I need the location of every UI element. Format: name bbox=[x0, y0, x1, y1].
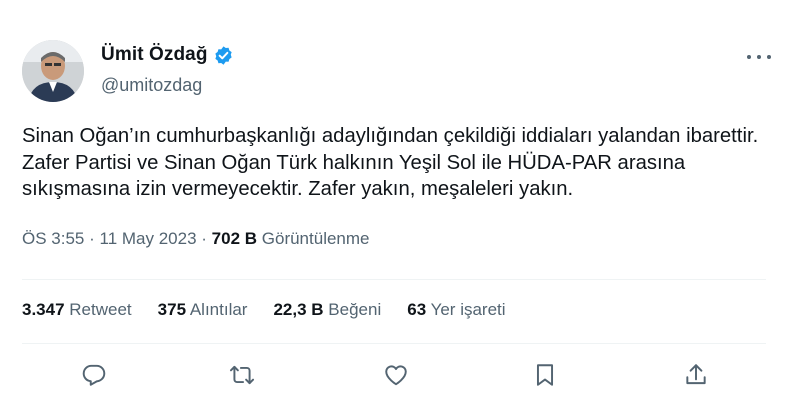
more-options-button[interactable] bbox=[747, 50, 771, 64]
likes-count: 22,3 B bbox=[273, 300, 324, 319]
tweet-date[interactable]: 11 May 2023 bbox=[100, 229, 197, 248]
avatar[interactable] bbox=[22, 40, 84, 102]
quotes-count: 375 bbox=[157, 300, 187, 319]
verified-badge-icon bbox=[214, 45, 232, 65]
divider bbox=[22, 343, 766, 344]
retweets-stat[interactable]: 3.347 Retweet bbox=[22, 300, 132, 320]
retweets-count: 3.347 bbox=[22, 300, 65, 319]
quotes-label: Alıntılar bbox=[189, 300, 248, 319]
tweet-time[interactable]: ÖS 3:55 bbox=[22, 229, 84, 248]
retweet-button[interactable] bbox=[229, 362, 257, 390]
like-button[interactable] bbox=[383, 362, 411, 390]
retweets-label: Retweet bbox=[69, 300, 132, 319]
tweet-meta: ÖS 3:55 · 11 May 2023 · 702 B Görüntülen… bbox=[22, 229, 370, 249]
heart-icon bbox=[385, 365, 407, 386]
more-horizontal-icon bbox=[767, 55, 771, 59]
bookmarks-label: Yer işareti bbox=[430, 300, 506, 319]
share-icon bbox=[686, 364, 706, 385]
views-label: Görüntülenme bbox=[261, 229, 370, 248]
tweet-text: Sinan Oğan’ın cumhurbaşkanlığı adaylığın… bbox=[22, 125, 759, 201]
views-count: 702 B bbox=[211, 229, 258, 248]
author-display-name[interactable]: Ümit Özdağ bbox=[101, 44, 208, 66]
more-horizontal-icon bbox=[747, 55, 751, 59]
bookmark-button[interactable] bbox=[532, 362, 560, 390]
engagement-stats: 3.347 Retweet 375 Alıntılar 22,3 B Beğen… bbox=[22, 300, 532, 320]
reply-button[interactable] bbox=[81, 362, 109, 390]
quotes-stat[interactable]: 375 Alıntılar bbox=[158, 300, 248, 320]
author-name-row[interactable]: Ümit Özdağ bbox=[101, 44, 234, 66]
meta-separator: · bbox=[89, 229, 100, 248]
reply-icon bbox=[82, 364, 106, 386]
likes-stat[interactable]: 22,3 B Beğeni bbox=[273, 300, 381, 320]
bookmarks-stat[interactable]: 63 Yer işareti bbox=[407, 300, 505, 320]
bookmarks-count: 63 bbox=[407, 300, 427, 319]
action-bar bbox=[0, 362, 790, 390]
more-horizontal-icon bbox=[757, 55, 761, 59]
meta-separator: · bbox=[201, 229, 212, 248]
author-handle[interactable]: @umitozdag bbox=[101, 75, 202, 96]
divider bbox=[22, 279, 766, 280]
retweet-icon bbox=[229, 365, 255, 385]
likes-label: Beğeni bbox=[328, 300, 382, 319]
avatar-image bbox=[22, 40, 84, 102]
share-button[interactable] bbox=[683, 362, 711, 390]
bookmark-icon bbox=[536, 364, 554, 386]
